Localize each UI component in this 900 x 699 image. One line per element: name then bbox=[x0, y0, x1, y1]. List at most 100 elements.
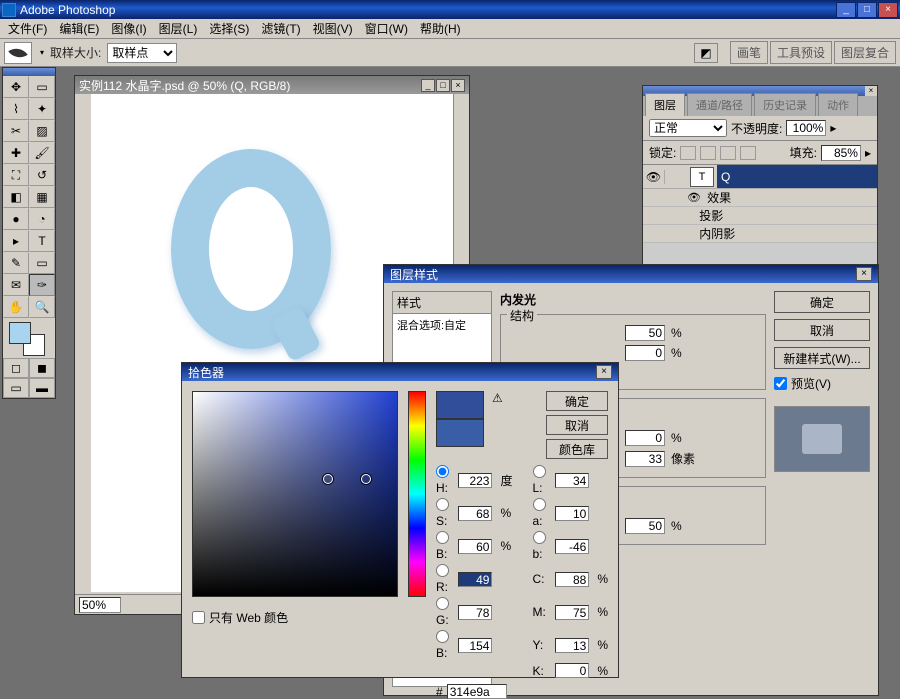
R-input[interactable]: 49 bbox=[458, 572, 492, 587]
tab-actions[interactable]: 动作 bbox=[818, 93, 858, 116]
G-radio[interactable] bbox=[436, 597, 449, 610]
doc-minimize[interactable]: _ bbox=[421, 79, 435, 92]
layer-style-titlebar[interactable]: 图层样式 × bbox=[384, 265, 878, 283]
style-item-blend[interactable]: 混合选项:自定 bbox=[393, 314, 491, 336]
saturation-value-field[interactable] bbox=[192, 391, 398, 597]
b2-input[interactable]: -46 bbox=[555, 539, 589, 554]
gamut-warning-icon[interactable]: ⚠ bbox=[492, 391, 506, 405]
b2-radio[interactable] bbox=[533, 531, 546, 544]
type-tool[interactable]: T bbox=[29, 230, 55, 252]
stamp-tool[interactable]: ⛶ bbox=[3, 164, 29, 186]
blend-mode-select[interactable]: 正常 bbox=[649, 119, 727, 137]
L-input[interactable]: 34 bbox=[555, 473, 589, 488]
range-input[interactable] bbox=[625, 518, 665, 534]
color-swatches[interactable] bbox=[3, 318, 55, 358]
picker-cancel-button[interactable]: 取消 bbox=[546, 415, 608, 435]
tab-layers[interactable]: 图层 bbox=[645, 93, 685, 116]
menu-help[interactable]: 帮助(H) bbox=[414, 18, 467, 39]
picker-ok-button[interactable]: 确定 bbox=[546, 391, 608, 411]
wand-tool[interactable]: ✦ bbox=[29, 98, 55, 120]
menu-image[interactable]: 图像(I) bbox=[105, 18, 152, 39]
quickmask-mode[interactable]: ◼ bbox=[29, 358, 55, 378]
fill-input[interactable]: 85% bbox=[821, 145, 861, 161]
move-tool[interactable]: ✥ bbox=[3, 76, 29, 98]
B-input[interactable]: 154 bbox=[458, 638, 492, 653]
hex-input[interactable]: 314e9a bbox=[447, 684, 507, 699]
lasso-tool[interactable]: ⌇ bbox=[3, 98, 29, 120]
toolbox-header[interactable] bbox=[3, 68, 55, 76]
slice-tool[interactable]: ▨ bbox=[29, 120, 55, 142]
Bb-radio[interactable] bbox=[436, 531, 449, 544]
menu-window[interactable]: 窗口(W) bbox=[359, 18, 414, 39]
sample-size-select[interactable]: 取样点 bbox=[107, 43, 177, 63]
visibility-icon[interactable]: 👁 bbox=[643, 170, 665, 184]
layer-name[interactable]: Q bbox=[717, 165, 877, 188]
K-input[interactable]: 0 bbox=[555, 663, 589, 678]
layer-row[interactable]: 👁 T Q bbox=[643, 165, 877, 189]
tab-channels[interactable]: 通道/路径 bbox=[687, 93, 752, 116]
dodge-tool[interactable]: ◔ bbox=[29, 208, 55, 230]
current-color-swatch[interactable] bbox=[436, 419, 484, 447]
G-input[interactable]: 78 bbox=[458, 605, 492, 620]
S-input[interactable]: 68 bbox=[458, 506, 492, 521]
color-picker-titlebar[interactable]: 拾色器 × bbox=[182, 363, 618, 381]
standard-mode[interactable]: ◻ bbox=[3, 358, 29, 378]
chevron-down-icon[interactable]: ▾ bbox=[40, 48, 44, 57]
menu-layer[interactable]: 图层(L) bbox=[153, 18, 204, 39]
Bb-input[interactable]: 60 bbox=[458, 539, 492, 554]
doc-close[interactable]: × bbox=[451, 79, 465, 92]
dock-tab-toolpresets[interactable]: 工具预设 bbox=[770, 41, 832, 64]
a-input[interactable]: 10 bbox=[555, 506, 589, 521]
struct-field-2[interactable] bbox=[625, 345, 665, 361]
size-input[interactable] bbox=[625, 451, 665, 467]
lock-pixels-icon[interactable] bbox=[700, 146, 716, 160]
history-brush-tool[interactable]: ↺ bbox=[29, 164, 55, 186]
dock-tab-layercomps[interactable]: 图层复合 bbox=[834, 41, 896, 64]
doc-maximize[interactable]: □ bbox=[436, 79, 450, 92]
screen-mode-2[interactable]: ▬ bbox=[29, 378, 55, 398]
preview-checkbox[interactable] bbox=[774, 377, 787, 390]
B-radio[interactable] bbox=[436, 630, 449, 643]
hue-slider[interactable] bbox=[408, 391, 426, 597]
picker-library-button[interactable]: 颜色库 bbox=[546, 439, 608, 459]
layerstyle-newstyle-button[interactable]: 新建样式(W)... bbox=[774, 347, 870, 369]
eyedropper-tool[interactable]: ✑ bbox=[29, 274, 55, 296]
layer-style-close-icon[interactable]: × bbox=[856, 267, 872, 281]
L-radio[interactable] bbox=[533, 465, 546, 478]
dock-tab-brushes[interactable]: 画笔 bbox=[730, 41, 768, 64]
zoom-tool[interactable]: 🔍 bbox=[29, 296, 55, 318]
a-radio[interactable] bbox=[533, 498, 546, 511]
notes-tool[interactable]: ✉ bbox=[3, 274, 29, 296]
choke-input[interactable] bbox=[625, 430, 665, 446]
layerstyle-ok-button[interactable]: 确定 bbox=[774, 291, 870, 313]
opacity-input[interactable]: 100% bbox=[786, 120, 826, 136]
blur-tool[interactable]: ● bbox=[3, 208, 29, 230]
panel-close-icon[interactable]: × bbox=[865, 86, 877, 96]
fill-arrow-icon[interactable]: ▸ bbox=[865, 146, 871, 160]
screen-mode-1[interactable]: ▭ bbox=[3, 378, 29, 398]
color-picker-close-icon[interactable]: × bbox=[596, 365, 612, 379]
tool-preset-button[interactable] bbox=[4, 42, 32, 64]
hand-tool[interactable]: ✋ bbox=[3, 296, 29, 318]
menu-filter[interactable]: 滤镜(T) bbox=[255, 18, 306, 39]
foreground-color[interactable] bbox=[9, 322, 31, 344]
tab-history[interactable]: 历史记录 bbox=[754, 93, 816, 116]
H-radio[interactable] bbox=[436, 465, 449, 478]
fx-header[interactable]: 👁 效果 bbox=[643, 189, 877, 207]
maximize-button[interactable]: □ bbox=[857, 2, 877, 18]
C-input[interactable]: 88 bbox=[555, 572, 589, 587]
opacity-arrow-icon[interactable]: ▸ bbox=[830, 121, 836, 135]
path-tool[interactable]: ▸ bbox=[3, 230, 29, 252]
gradient-tool[interactable]: ▦ bbox=[29, 186, 55, 208]
brush-tool[interactable]: 🖌 bbox=[29, 142, 55, 164]
toggle-palettes-button[interactable]: ◩ bbox=[694, 43, 718, 63]
layer-thumbnail[interactable]: T bbox=[690, 167, 714, 187]
H-input[interactable]: 223 bbox=[458, 473, 492, 488]
shape-tool[interactable]: ▭ bbox=[29, 252, 55, 274]
healing-tool[interactable]: ✚ bbox=[3, 142, 29, 164]
struct-field-1[interactable] bbox=[625, 325, 665, 341]
eraser-tool[interactable]: ◧ bbox=[3, 186, 29, 208]
M-input[interactable]: 75 bbox=[555, 605, 589, 620]
lock-position-icon[interactable] bbox=[720, 146, 736, 160]
lock-transparent-icon[interactable] bbox=[680, 146, 696, 160]
